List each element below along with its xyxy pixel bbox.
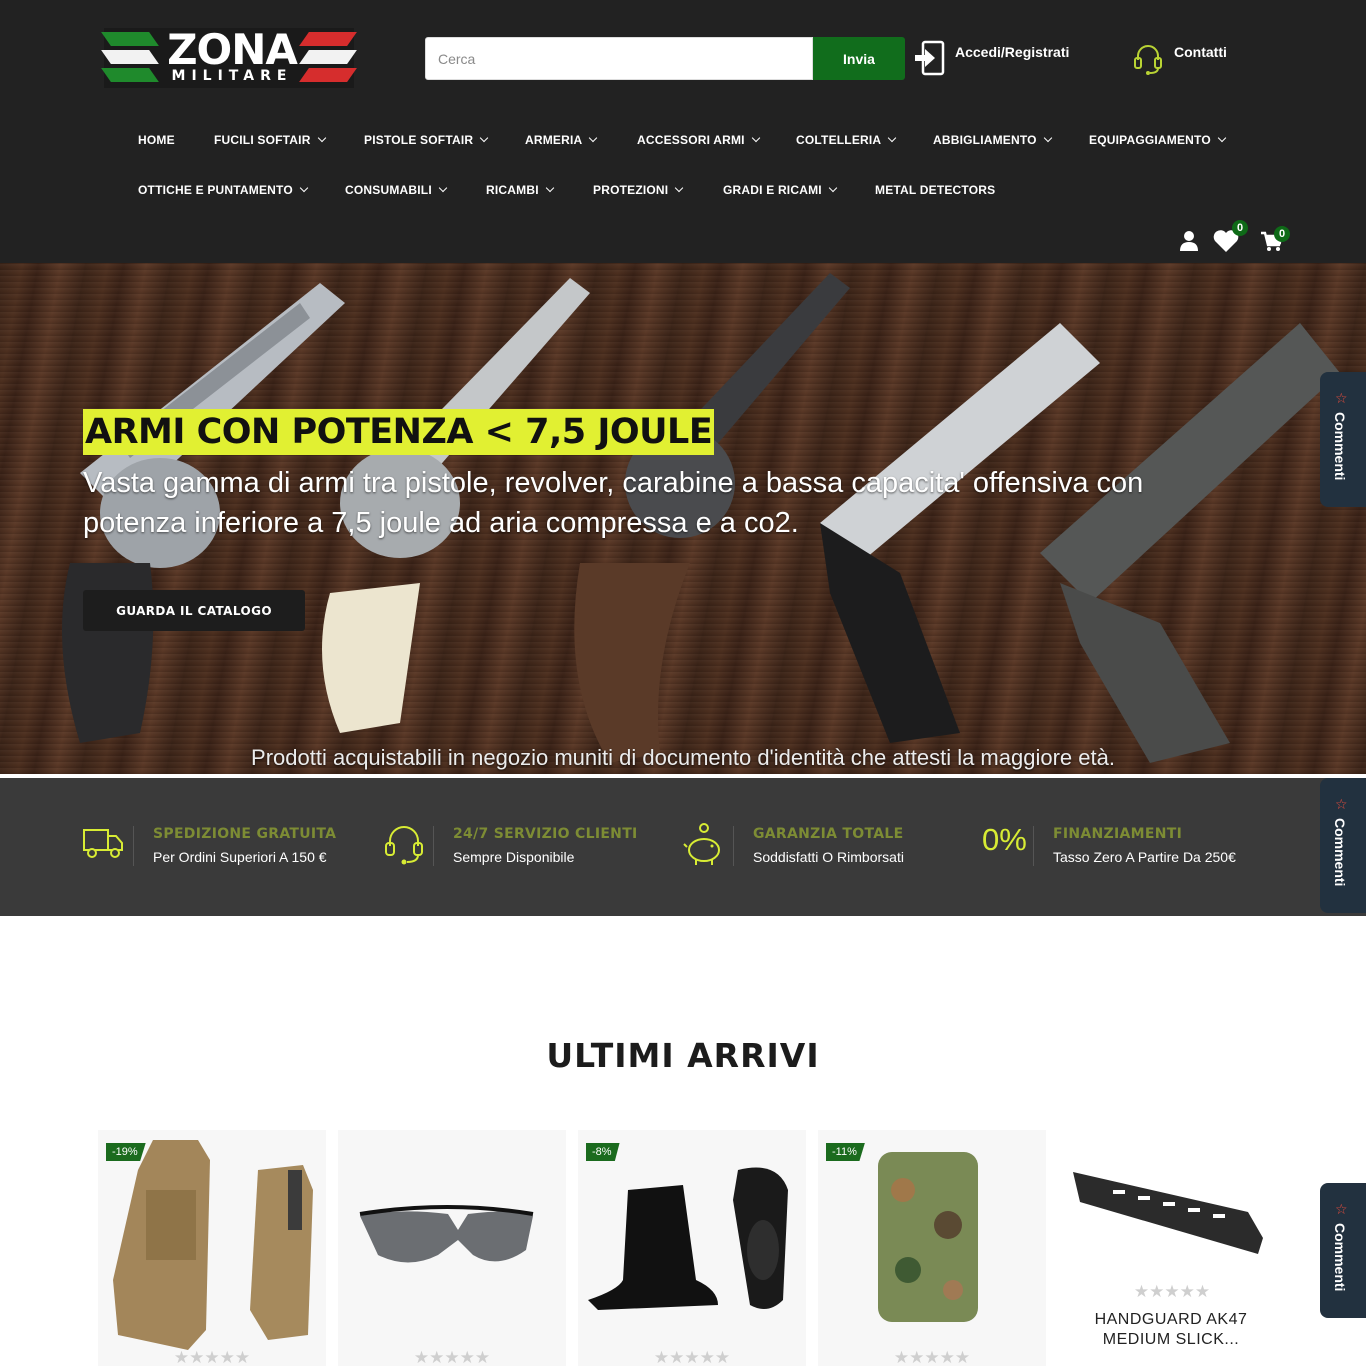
feature-subtitle: Soddisfatti O Rimborsati xyxy=(753,849,904,865)
rating-stars: ★★★★★ xyxy=(1133,1282,1211,1301)
nav-item-ricambi[interactable]: RICAMBI xyxy=(486,170,554,210)
hero-banner: ARMI CON POTENZA < 7,5 JOULE Vasta gamma… xyxy=(0,263,1366,774)
product-card[interactable]: ★★★★★ xyxy=(338,1130,566,1366)
comments-tab[interactable]: ☆ Commenti xyxy=(1320,778,1366,913)
search-input[interactable] xyxy=(425,37,813,80)
feature-separator xyxy=(433,826,434,866)
site-logo[interactable]: ZONA MILITARE xyxy=(101,25,357,88)
nav-item-coltelleria[interactable]: COLTELLERIA xyxy=(796,120,897,160)
comments-tab-label: Commenti xyxy=(1332,818,1348,887)
feature-separator xyxy=(733,826,734,866)
contact-label: Contatti xyxy=(1174,44,1227,60)
features-bar: SPEDIZIONE GRATUITA Per Ordini Superiori… xyxy=(0,778,1366,916)
nav-item-protezioni[interactable]: PROTEZIONI xyxy=(593,170,684,210)
product-image xyxy=(1073,1172,1263,1254)
feature-title: GARANZIA TOTALE xyxy=(753,826,904,842)
site-header: ZONA MILITARE Invia Accedi/Registrati Co… xyxy=(0,0,1366,263)
chevron-down-icon xyxy=(1043,133,1052,143)
discount-badge: -8% xyxy=(586,1143,620,1161)
headset-icon xyxy=(385,826,423,865)
nav-item-armeria[interactable]: ARMERIA xyxy=(525,120,598,160)
feature-separator xyxy=(1033,826,1034,866)
feature-title: FINANZIAMENTI xyxy=(1053,826,1183,842)
chevron-down-icon xyxy=(299,183,309,193)
product-card[interactable]: -8% ★★★★★ xyxy=(578,1130,806,1366)
comments-tab[interactable]: ☆ Commenti xyxy=(1320,1183,1366,1318)
percent-icon: 0% xyxy=(982,822,1027,857)
nav-item-ottiche[interactable]: OTTICHE E PUNTAMENTO xyxy=(138,170,309,210)
chevron-down-icon xyxy=(1217,133,1227,143)
rating-stars: ★★★★★ xyxy=(893,1348,971,1366)
login-register-label: Accedi/Registrati xyxy=(955,44,1070,60)
user-actions: 0 0 xyxy=(1176,220,1296,260)
feature-separator xyxy=(133,826,134,866)
feature-title: 24/7 SERVIZIO CLIENTI xyxy=(453,826,638,842)
login-register-link[interactable]: Accedi/Registrati xyxy=(913,40,1069,76)
headset-icon xyxy=(1134,45,1162,75)
chevron-down-icon xyxy=(545,183,554,193)
contact-link[interactable]: Contatti xyxy=(1132,40,1227,76)
rating-stars: ★★★★★ xyxy=(653,1348,731,1366)
nav-row-1: HOME FUCILI SOFTAIR PISTOLE SOFTAIR ARME… xyxy=(0,120,1366,160)
hero-description: Vasta gamma di armi tra pistole, revolve… xyxy=(83,467,1144,539)
nav-item-abbigliamento[interactable]: ABBIGLIAMENTO xyxy=(933,120,1052,160)
view-catalog-button[interactable]: GUARDA IL CATALOGO xyxy=(83,590,305,631)
chevron-down-icon xyxy=(675,183,684,193)
discount-badge: -11% xyxy=(826,1143,865,1161)
nav-item-accessori-armi[interactable]: ACCESSORI ARMI xyxy=(637,120,760,160)
search-submit-button[interactable]: Invia xyxy=(813,37,905,80)
nav-item-consumabili[interactable]: CONSUMABILI xyxy=(345,170,448,210)
product-image xyxy=(359,1205,534,1263)
star-icon: ☆ xyxy=(1335,390,1348,406)
comments-tab-label: Commenti xyxy=(1332,412,1348,481)
chevron-down-icon xyxy=(589,133,598,143)
nav-row-2: OTTICHE E PUNTAMENTO CONSUMABILI RICAMBI… xyxy=(0,170,1366,210)
logo-line2: MILITARE xyxy=(171,68,293,84)
feature-subtitle: Per Ordini Superiori A 150 € xyxy=(153,849,327,865)
nav-item-gradi-ricami[interactable]: GRADI E RICAMI xyxy=(723,170,838,210)
product-image xyxy=(113,1140,313,1350)
nav-item-home[interactable]: HOME xyxy=(138,120,175,160)
star-icon: ☆ xyxy=(1335,796,1348,812)
chevron-down-icon xyxy=(751,133,760,143)
search-form: Invia xyxy=(425,37,905,80)
product-card[interactable]: -11% ★★★★★ xyxy=(818,1130,1046,1366)
chevron-down-icon xyxy=(438,183,448,193)
chevron-down-icon xyxy=(479,133,489,143)
hero-age-notice: Prodotti acquistabili in negozio muniti … xyxy=(251,745,1115,770)
product-image xyxy=(588,1167,788,1310)
feature-subtitle: Sempre Disponibile xyxy=(453,849,575,865)
cart-count-badge: 0 xyxy=(1274,226,1290,242)
product-card[interactable]: ★★★★★ HANDGUARD AK47 MEDIUM SLICK... xyxy=(1058,1130,1286,1366)
logo-red-stripes xyxy=(299,32,357,84)
rating-stars: ★★★★★ xyxy=(173,1348,251,1366)
logo-green-stripes xyxy=(101,32,159,84)
star-icon: ☆ xyxy=(1335,1201,1348,1217)
logo-line1: ZONA xyxy=(167,25,298,74)
feature-subtitle: Tasso Zero A Partire Da 250€ xyxy=(1053,849,1236,865)
discount-badge: -19% xyxy=(106,1143,146,1161)
nav-item-metal-detectors[interactable]: METAL DETECTORS xyxy=(875,170,995,210)
chevron-down-icon xyxy=(317,133,326,143)
truck-icon xyxy=(83,829,123,858)
latest-arrivals-title: ULTIMI ARRIVI xyxy=(546,1036,820,1075)
product-card[interactable]: -19% ★★★★★ xyxy=(98,1130,326,1366)
chevron-down-icon xyxy=(888,133,897,143)
nav-item-equipaggiamento[interactable]: EQUIPAGGIAMENTO xyxy=(1089,120,1227,160)
piggy-bank-icon xyxy=(683,823,720,865)
wishlist-count-badge: 0 xyxy=(1232,220,1248,236)
feature-title: SPEDIZIONE GRATUITA xyxy=(153,826,337,842)
rating-stars: ★★★★★ xyxy=(413,1348,491,1366)
user-icon[interactable] xyxy=(1178,230,1200,252)
nav-item-pistole-softair[interactable]: PISTOLE SOFTAIR xyxy=(364,120,489,160)
product-image xyxy=(878,1152,978,1322)
hero-title: ARMI CON POTENZA < 7,5 JOULE xyxy=(83,409,715,455)
chevron-down-icon xyxy=(828,183,838,193)
pistol-glock-image xyxy=(1040,323,1340,763)
nav-item-fucili-softair[interactable]: FUCILI SOFTAIR xyxy=(214,120,326,160)
comments-tab-label: Commenti xyxy=(1332,1223,1348,1292)
comments-tab[interactable]: ☆ Commenti xyxy=(1320,372,1366,507)
login-icon xyxy=(915,40,945,76)
product-name[interactable]: HANDGUARD AK47 MEDIUM SLICK... xyxy=(1076,1310,1266,1350)
